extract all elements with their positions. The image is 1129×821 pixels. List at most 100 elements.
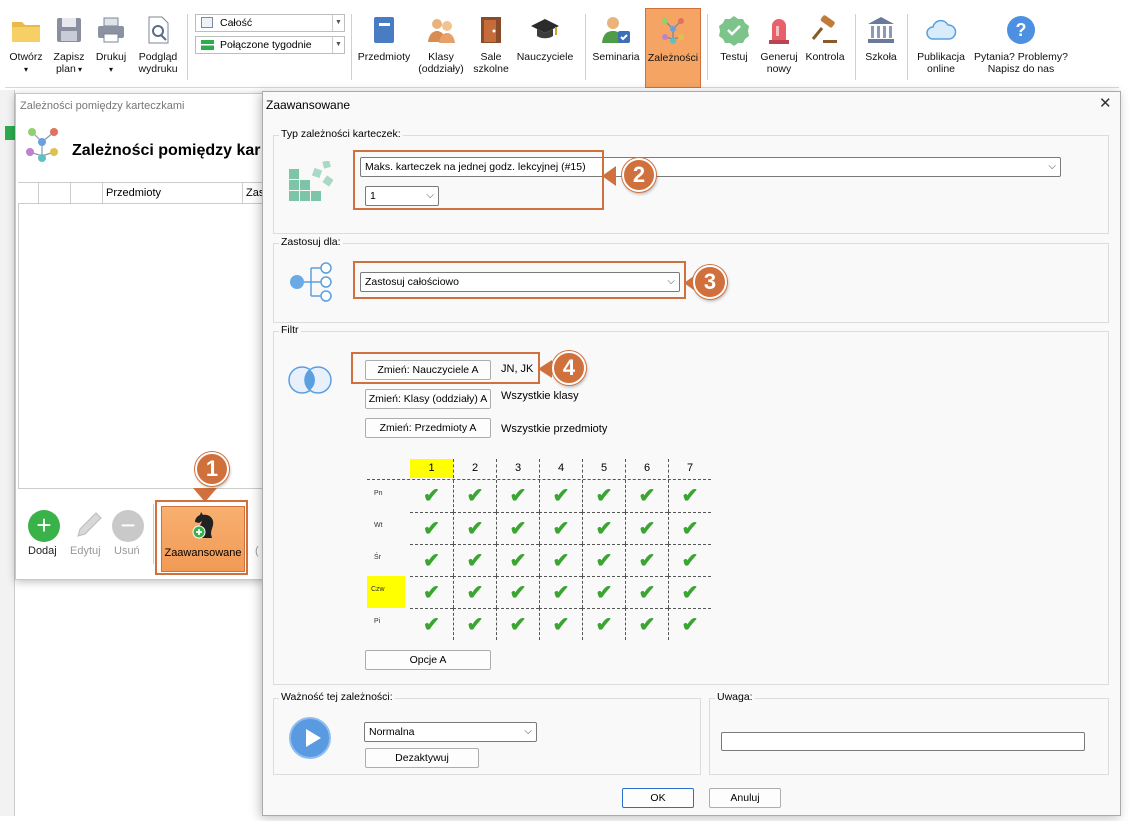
check-icon[interactable]: ✔ [410, 544, 453, 576]
dependencies-list[interactable] [18, 204, 266, 489]
check-icon[interactable]: ✔ [410, 480, 453, 512]
callout-badge-4: 4 [552, 351, 586, 385]
rooms-label: Sale [480, 51, 502, 63]
check-icon[interactable]: ✔ [625, 576, 668, 608]
check-icon[interactable]: ✔ [668, 512, 711, 544]
apply-group-label: Zastosuj dla: [279, 236, 343, 248]
school-building-icon [868, 17, 894, 43]
help-button[interactable]: ? Pytania? Problemy? Napisz do nas [969, 8, 1073, 88]
check-icon[interactable]: ✔ [625, 512, 668, 544]
check-icon[interactable]: ✔ [496, 480, 539, 512]
check-icon[interactable]: ✔ [582, 480, 625, 512]
day-label[interactable]: Wt [374, 522, 412, 554]
seminars-button[interactable]: Seminaria [589, 8, 643, 88]
check-icon[interactable]: ✔ [496, 608, 539, 640]
check-icon[interactable]: ✔ [453, 480, 496, 512]
ok-button[interactable]: OK [622, 788, 694, 808]
scope-combo[interactable]: Całość ▼ [195, 14, 345, 32]
print-label: Drukuj [95, 51, 127, 63]
day-label[interactable]: Pi [374, 618, 412, 650]
add-icon[interactable]: + [28, 510, 60, 542]
weeks-combo[interactable]: Połączone tygodnie ▼ [195, 36, 345, 54]
period-header[interactable]: 6 [625, 459, 668, 478]
check-icon[interactable]: ✔ [453, 512, 496, 544]
print-button[interactable]: Drukuj ▾ [91, 8, 131, 88]
check-icon[interactable]: ✔ [668, 544, 711, 576]
help-label-2: Napisz do nas [987, 63, 1055, 75]
check-icon[interactable]: ✔ [668, 608, 711, 640]
deactivate-button[interactable]: Dezaktywuj [365, 748, 479, 768]
check-icon[interactable]: ✔ [582, 576, 625, 608]
callout-pointer-4 [538, 360, 552, 378]
chevron-down-icon: ⌵ [524, 726, 532, 737]
close-icon[interactable]: ✕ [1099, 94, 1112, 112]
remove-label[interactable]: Usuń [114, 545, 140, 557]
network-icon [662, 18, 684, 44]
check-icon[interactable]: ✔ [410, 608, 453, 640]
importance-select[interactable]: Normalna ⌵ [364, 722, 537, 742]
period-header[interactable]: 7 [668, 459, 711, 478]
change-subjects-button[interactable]: Zmień: Przedmioty A [365, 418, 491, 438]
pencil-icon[interactable] [72, 508, 106, 542]
note-group-label: Uwaga: [715, 691, 755, 703]
edit-label[interactable]: Edytuj [70, 545, 101, 557]
check-icon[interactable]: ✔ [496, 576, 539, 608]
period-header[interactable]: 1 [410, 459, 453, 478]
seminars-label: Seminaria [592, 51, 640, 63]
check-icon[interactable]: ✔ [496, 544, 539, 576]
change-classes-button[interactable]: Zmień: Klasy (oddziały) A [365, 389, 491, 409]
check-icon[interactable]: ✔ [539, 512, 582, 544]
publish-online-button[interactable]: Publikacja online [911, 8, 971, 88]
options-button[interactable]: Opcje A [365, 650, 491, 670]
check-icon[interactable]: ✔ [582, 608, 625, 640]
period-header[interactable]: 2 [453, 459, 496, 478]
teachers-button[interactable]: Nauczyciele [513, 8, 577, 88]
preview-label-2: wydruku [138, 63, 178, 75]
column-subjects[interactable]: Przedmioty [106, 187, 161, 199]
period-header[interactable]: 5 [582, 459, 625, 478]
dependencies-button[interactable]: Zależności [645, 8, 701, 88]
check-icon[interactable]: ✔ [496, 512, 539, 544]
check-icon[interactable]: ✔ [539, 576, 582, 608]
check-icon[interactable]: ✔ [539, 608, 582, 640]
remove-icon[interactable]: − [112, 510, 144, 542]
publish-label-2: online [926, 63, 956, 75]
check-icon[interactable]: ✔ [625, 608, 668, 640]
check-icon[interactable]: ✔ [668, 480, 711, 512]
control-button[interactable]: Kontrola [801, 8, 849, 88]
day-label[interactable]: Czw [367, 576, 405, 608]
check-icon[interactable]: ✔ [410, 576, 453, 608]
check-icon[interactable]: ✔ [453, 544, 496, 576]
weeks-icon [201, 40, 214, 50]
teachers-label: Nauczyciele [516, 51, 574, 63]
school-button[interactable]: Szkoła [859, 8, 903, 88]
classes-button[interactable]: Klasy (oddziały) [415, 8, 467, 88]
toolbar-ribbon: Otwórz ▾ Zapisz plan ▾ Drukuj ▾ Podgląd wydr… [5, 8, 1119, 88]
rooms-button[interactable]: Sale szkolne [469, 8, 513, 88]
check-icon[interactable]: ✔ [625, 544, 668, 576]
test-button[interactable]: Testuj [711, 8, 757, 88]
check-icon[interactable]: ✔ [668, 576, 711, 608]
filter-group-label: Filtr [279, 324, 301, 336]
add-label[interactable]: Dodaj [28, 545, 57, 557]
open-button[interactable]: Otwórz ▾ [5, 8, 47, 88]
save-plan-button[interactable]: Zapisz plan ▾ [49, 8, 89, 88]
generate-button[interactable]: Generuj nowy [757, 8, 801, 88]
play-icon [289, 717, 331, 759]
period-header[interactable]: 3 [496, 459, 539, 478]
check-icon[interactable]: ✔ [539, 544, 582, 576]
check-icon[interactable]: ✔ [453, 576, 496, 608]
day-label[interactable]: Pn [374, 490, 412, 522]
cancel-button[interactable]: Anuluj [709, 788, 781, 808]
check-icon[interactable]: ✔ [539, 480, 582, 512]
subjects-button[interactable]: Przedmioty [355, 8, 413, 88]
check-icon[interactable]: ✔ [453, 608, 496, 640]
period-header[interactable]: 4 [539, 459, 582, 478]
students-icon [428, 19, 455, 43]
check-icon[interactable]: ✔ [582, 544, 625, 576]
check-icon[interactable]: ✔ [625, 480, 668, 512]
note-input[interactable] [721, 732, 1085, 751]
check-icon[interactable]: ✔ [582, 512, 625, 544]
check-icon[interactable]: ✔ [410, 512, 453, 544]
print-preview-button[interactable]: Podgląd wydruku [133, 8, 183, 88]
